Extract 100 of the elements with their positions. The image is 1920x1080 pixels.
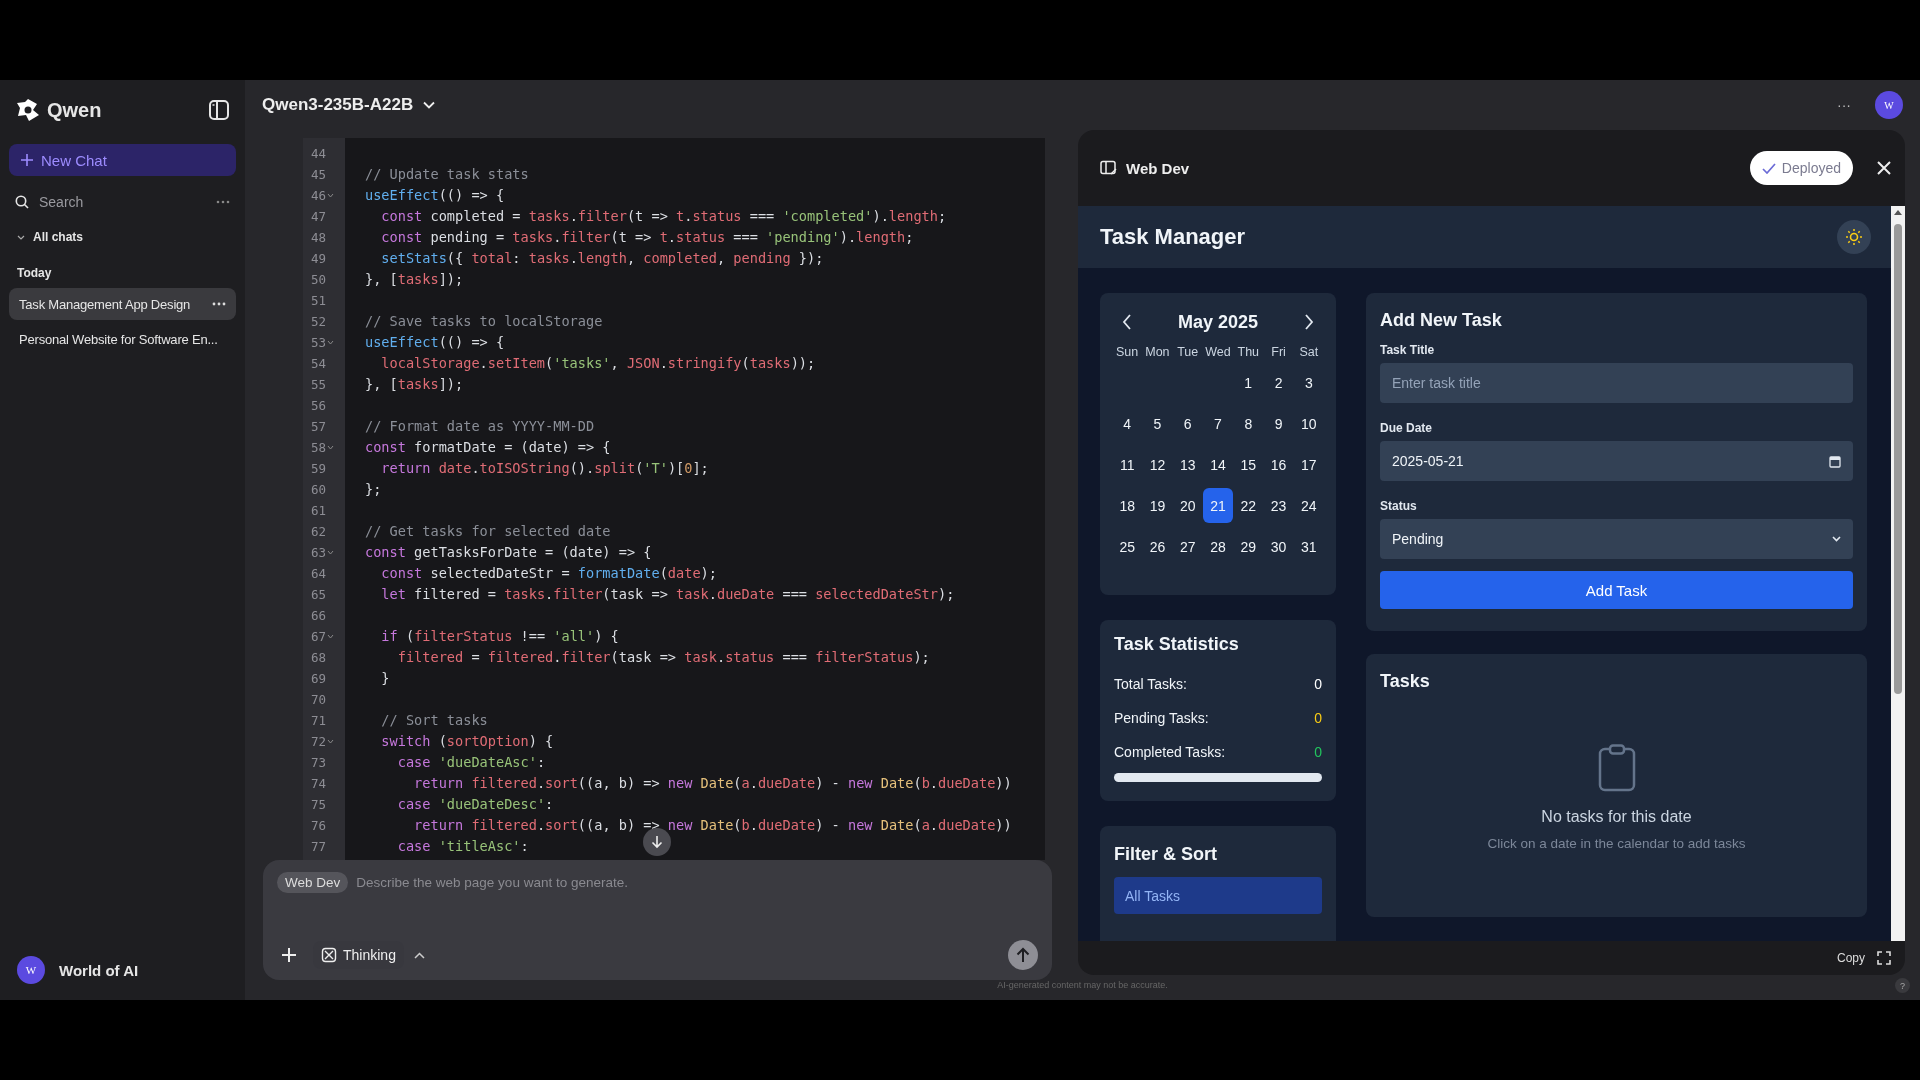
line-number: 71 xyxy=(311,712,327,730)
calendar-day[interactable]: 8 xyxy=(1233,406,1264,441)
calendar-day[interactable]: 1 xyxy=(1233,365,1264,400)
fold-chevron-icon[interactable] xyxy=(327,340,335,345)
calendar-day[interactable]: 22 xyxy=(1233,488,1264,523)
calendar-day[interactable]: 9 xyxy=(1263,406,1294,441)
help-button[interactable]: ? xyxy=(1895,978,1910,993)
calendar-day[interactable]: 5 xyxy=(1142,406,1173,441)
code-line: const completed = tasks.filter(t => t.status === 'completed').length; xyxy=(380,207,947,226)
code-line: localStorage.setItem('tasks', JSON.stringify(tasks)); xyxy=(380,354,816,373)
deployed-button[interactable]: Deployed xyxy=(1749,151,1853,185)
calendar-day[interactable]: 11 xyxy=(1112,447,1143,482)
model-selector[interactable]: Qwen3-235B-A22B xyxy=(262,95,436,115)
mode-chip[interactable]: Web Dev xyxy=(277,872,349,893)
user-avatar[interactable]: W xyxy=(1875,91,1903,119)
code-line: case 'titleAsc': xyxy=(396,837,529,856)
calendar-day[interactable]: 6 xyxy=(1172,406,1203,441)
expand-icon[interactable] xyxy=(1877,951,1891,965)
check-icon xyxy=(1761,162,1776,174)
line-number: 52 xyxy=(311,313,327,331)
calendar-day[interactable]: 7 xyxy=(1202,406,1234,441)
line-number: 44 xyxy=(311,145,327,163)
calendar-day[interactable]: 21 xyxy=(1202,488,1234,523)
calendar-day[interactable]: 17 xyxy=(1293,447,1324,482)
chevron-down-icon xyxy=(423,101,436,109)
calendar-day[interactable]: 29 xyxy=(1233,529,1264,564)
close-button[interactable] xyxy=(1877,161,1891,175)
theme-toggle-button[interactable] xyxy=(1837,220,1871,254)
sidebar-toggle-icon[interactable] xyxy=(208,99,230,121)
calendar-day[interactable]: 13 xyxy=(1172,447,1203,482)
code-line: } xyxy=(380,669,390,688)
thinking-icon xyxy=(321,947,337,963)
fold-chevron-icon[interactable] xyxy=(327,634,335,639)
fold-chevron-icon[interactable] xyxy=(327,193,335,198)
app-title: Task Manager xyxy=(1100,224,1246,250)
calendar-day[interactable]: 28 xyxy=(1202,529,1234,564)
status-select[interactable]: Pending xyxy=(1380,519,1853,559)
fold-chevron-icon[interactable] xyxy=(327,550,335,555)
calendar-day[interactable]: 14 xyxy=(1202,447,1234,482)
code-line: }; xyxy=(365,480,382,499)
calendar-day[interactable]: 30 xyxy=(1263,529,1294,564)
add-task-button[interactable]: Add Task xyxy=(1380,571,1853,609)
send-button[interactable] xyxy=(1008,940,1038,970)
calendar-day[interactable]: 24 xyxy=(1293,488,1324,523)
code-line: useEffect(() => { xyxy=(365,186,505,205)
calendar-day[interactable]: 12 xyxy=(1142,447,1173,482)
calendar-day[interactable]: 31 xyxy=(1293,529,1324,564)
field-label: Task Title xyxy=(1380,343,1436,357)
fold-chevron-icon[interactable] xyxy=(327,445,335,450)
previous-month-button[interactable] xyxy=(1122,314,1132,330)
code-line: useEffect(() => { xyxy=(365,333,505,352)
chevron-up-icon[interactable] xyxy=(413,951,425,959)
code-line: }, [tasks]); xyxy=(365,270,464,289)
line-number: 77 xyxy=(311,838,327,856)
more-icon[interactable] xyxy=(212,302,226,306)
calendar-day[interactable]: 26 xyxy=(1142,529,1173,564)
next-month-button[interactable] xyxy=(1304,314,1314,330)
date-field[interactable]: 2025-05-21 xyxy=(1380,441,1853,481)
line-number: 56 xyxy=(311,397,327,415)
more-icon[interactable] xyxy=(216,200,230,204)
calendar-day[interactable]: 3 xyxy=(1293,365,1324,400)
new-chat-button[interactable]: New Chat xyxy=(9,144,236,176)
calendar-day[interactable]: 18 xyxy=(1112,488,1143,523)
code-line: case 'dueDateAsc': xyxy=(396,753,546,772)
line-number: 53 xyxy=(311,334,327,352)
calendar-day[interactable]: 20 xyxy=(1172,488,1203,523)
calendar-day[interactable]: 4 xyxy=(1112,406,1143,441)
line-number: 62 xyxy=(311,523,327,541)
code-line: switch (sortOption) { xyxy=(380,732,554,751)
chat-item[interactable]: Task Management App Design xyxy=(9,288,236,320)
calendar-day[interactable]: 15 xyxy=(1233,447,1264,482)
weekday-label: Sat xyxy=(1299,345,1319,359)
line-number: 54 xyxy=(311,355,327,373)
search-icon xyxy=(15,195,29,209)
calendar-day[interactable]: 2 xyxy=(1263,365,1294,400)
line-number: 59 xyxy=(311,460,327,478)
calendar-day[interactable]: 19 xyxy=(1142,488,1173,523)
more-button[interactable]: ··· xyxy=(1837,97,1851,113)
chat-item[interactable]: Personal Website for Software En... xyxy=(9,323,236,355)
code-line: const pending = tasks.filter(t => t.status === 'pending').length; xyxy=(380,228,914,247)
user-avatar[interactable]: W xyxy=(17,956,45,984)
title-field[interactable]: Enter task title xyxy=(1380,363,1853,403)
weekday-label: Thu xyxy=(1237,345,1260,359)
fold-chevron-icon[interactable] xyxy=(327,739,335,744)
calendar-day[interactable]: 10 xyxy=(1293,406,1324,441)
copy-button[interactable]: Copy xyxy=(1837,951,1865,965)
search-field[interactable]: Search xyxy=(39,194,206,210)
calendar-day[interactable]: 23 xyxy=(1263,488,1294,523)
empty-state-hint: Click on a date in the calendar to add tasks xyxy=(1487,836,1746,851)
calendar-day[interactable]: 25 xyxy=(1112,529,1143,564)
calendar-day[interactable]: 27 xyxy=(1172,529,1203,564)
filter-option[interactable]: All Tasks xyxy=(1114,877,1322,914)
line-number: 64 xyxy=(311,565,327,583)
calendar-day[interactable]: 16 xyxy=(1263,447,1294,482)
all-chats-toggle[interactable]: All chats xyxy=(33,230,83,244)
code-line: return filtered.sort((a, b) => new Date(b.dueDate) - new Date(a.dueDate)) xyxy=(413,816,1012,835)
line-number: 75 xyxy=(311,796,327,814)
clipboard-icon xyxy=(1597,744,1636,792)
scrollbar-thumb[interactable] xyxy=(1894,224,1902,694)
line-number: 48 xyxy=(311,229,327,247)
